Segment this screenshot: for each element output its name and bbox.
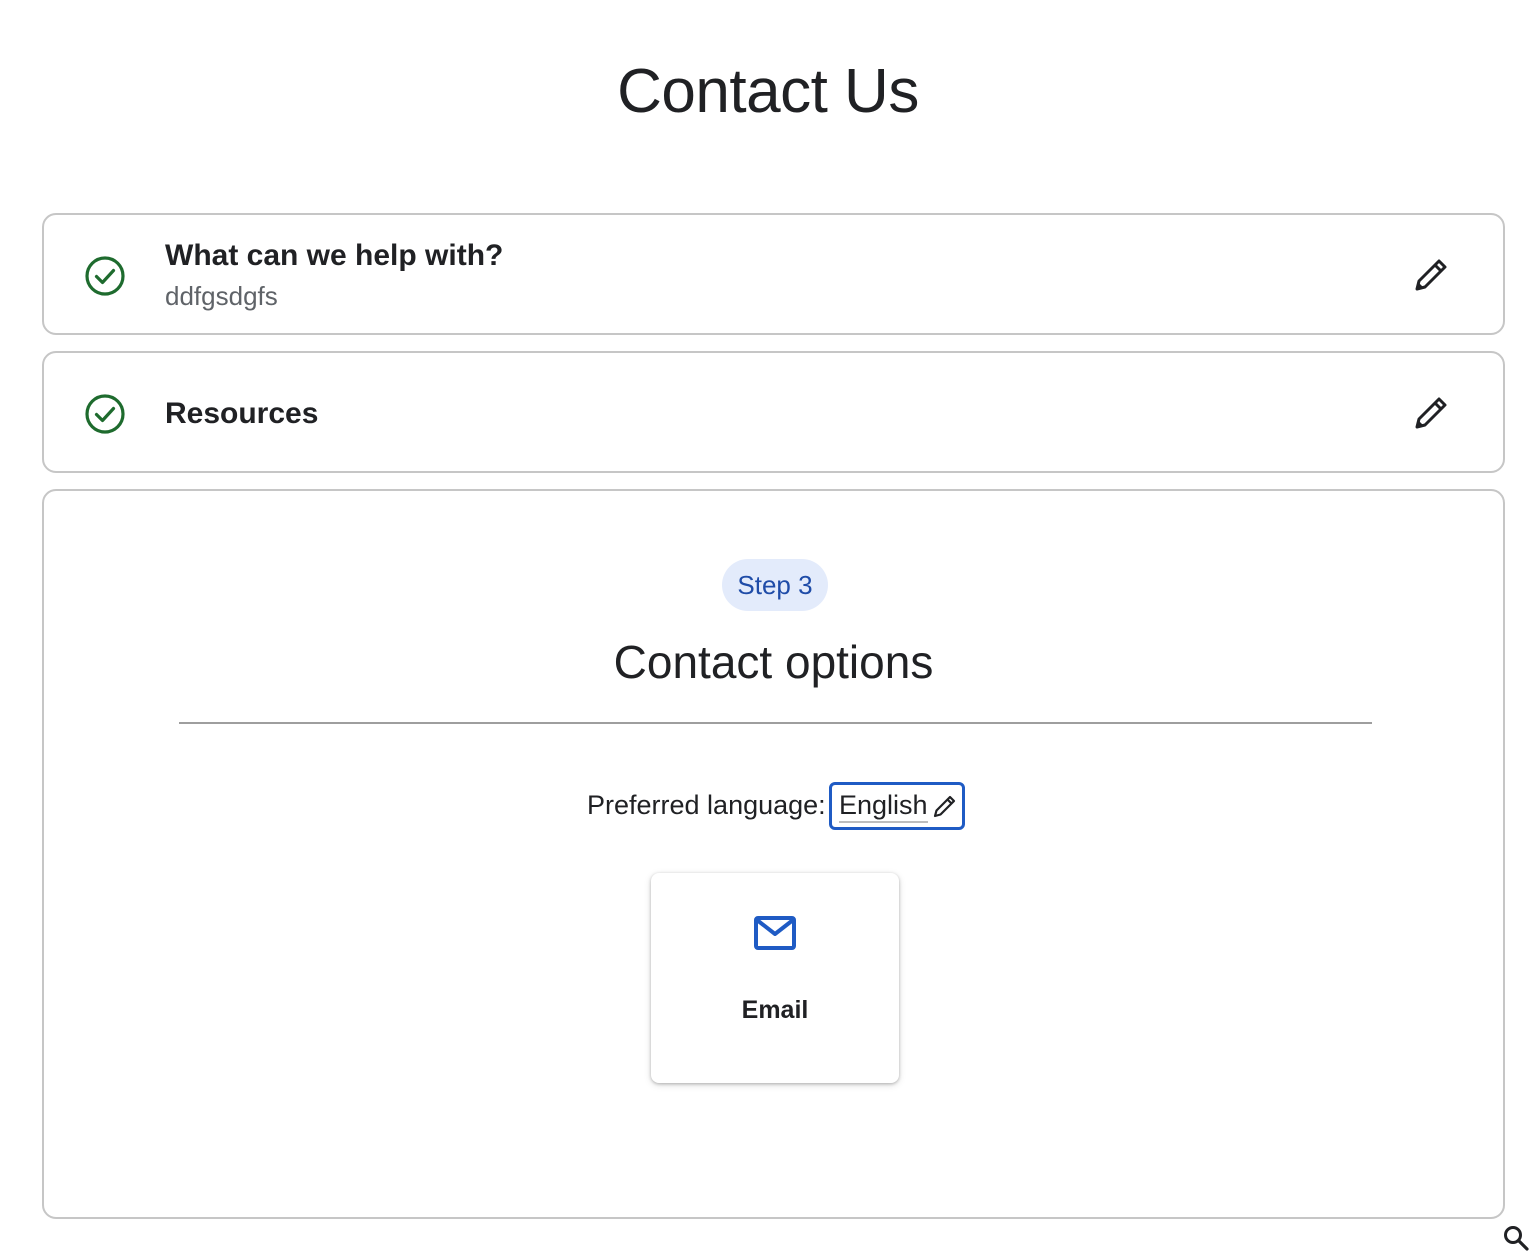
- pencil-icon: [1415, 259, 1447, 291]
- divider: [179, 722, 1372, 724]
- language-value: English: [839, 790, 928, 823]
- check-circle-icon: [85, 394, 125, 434]
- search-icon[interactable]: [1502, 1224, 1530, 1252]
- step-heading: What can we help with?: [165, 239, 504, 272]
- pencil-icon: [1415, 397, 1447, 429]
- step-card-contact-options: Step 3 Contact options Preferred languag…: [42, 489, 1505, 1219]
- step-chip: Step 3: [722, 559, 828, 611]
- edit-step-button[interactable]: [1409, 391, 1453, 435]
- pencil-icon: [933, 795, 956, 818]
- step-heading: Resources: [165, 397, 319, 430]
- email-option-label: Email: [741, 996, 809, 1024]
- section-title: Contact options: [613, 636, 934, 688]
- email-option-tile[interactable]: Email: [651, 873, 899, 1083]
- step-card-help-topic[interactable]: What can we help with? ddfgsdgfs: [42, 213, 1505, 335]
- language-row: Preferred language: English: [44, 782, 1503, 832]
- page-title: Contact Us: [617, 57, 919, 126]
- mail-icon: [754, 916, 796, 950]
- language-selector-button[interactable]: English: [829, 782, 965, 830]
- step-summary: ddfgsdgfs: [165, 281, 278, 311]
- check-circle-icon: [85, 256, 125, 296]
- edit-step-button[interactable]: [1409, 253, 1453, 297]
- language-label: Preferred language:: [587, 790, 826, 820]
- step-card-resources[interactable]: Resources: [42, 351, 1505, 473]
